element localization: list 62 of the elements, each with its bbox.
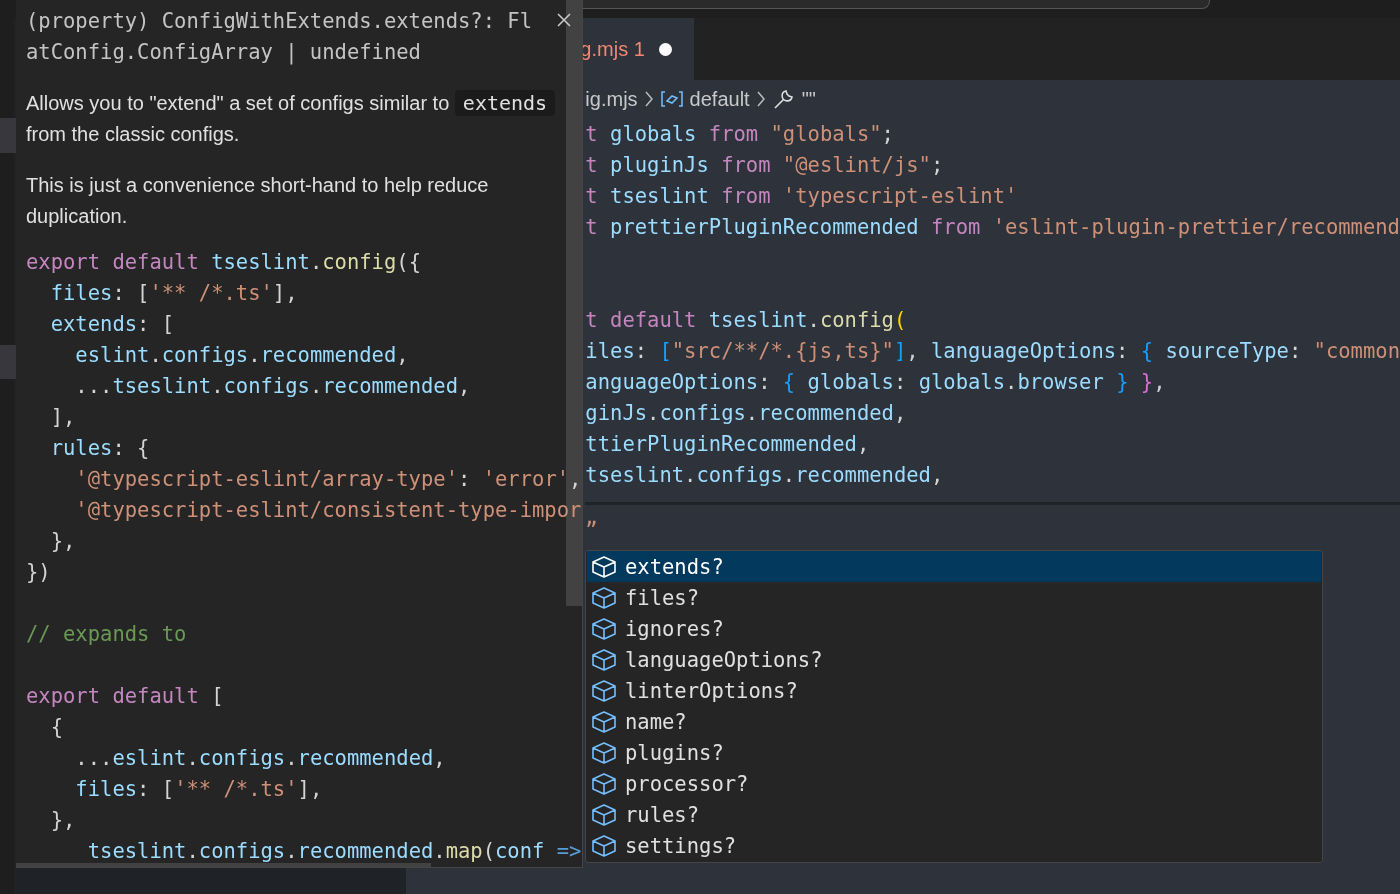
code-line: export default [ [26, 685, 224, 707]
suggestion-item[interactable]: languageOptions? [587, 644, 1321, 675]
code-line: '@typescript-eslint/consistent-type-impor [74, 499, 582, 521]
code-line: iles: ["src/**/*.{js,ts}"], languageOptions: { sourceType: "common [585, 340, 1400, 362]
code-line: export default tseslint.config({ [26, 251, 421, 273]
suggestion-item[interactable]: plugins? [587, 737, 1321, 768]
scrollbar-thumb[interactable] [16, 863, 431, 867]
suggestion-item[interactable]: name? [587, 706, 1321, 737]
code-line: extends: [ [49, 313, 175, 335]
breadcrumb-item[interactable]: ig.mjs [585, 87, 638, 111]
suggestion-item[interactable]: processor? [587, 768, 1321, 799]
suggestion-item[interactable]: files? [587, 582, 1321, 613]
code-line: files: ['** /*.ts'], [74, 778, 323, 800]
chevron-right-icon [643, 90, 654, 108]
code-line: ], [49, 406, 76, 428]
code-line: t pluginJs from "@eslint/js"; [585, 154, 944, 176]
cube-icon [591, 771, 617, 796]
suggestion-item[interactable]: ignores? [587, 613, 1321, 644]
code-line: ...tseslint.configs.recommended, [74, 375, 471, 397]
doc-paragraph: This is just a convenience short-hand to help reduce duplication. [26, 173, 490, 229]
code-line: }) [26, 561, 51, 583]
code-line: ginJs.configs.recommended, [585, 402, 907, 424]
code-line: rules: { [49, 437, 150, 459]
code-line: anguageOptions: { globals: globals.browser } }, [585, 371, 1166, 393]
close-icon[interactable] [556, 12, 572, 28]
code-line: '@typescript-eslint/array-type': 'error', [74, 468, 582, 490]
code-line: // expands to [26, 623, 187, 645]
code-line: eslint.configs.recommended, [74, 344, 409, 366]
code-line: files: ['** /*.ts'], [49, 282, 298, 304]
code-line: t globals from "globals"; [585, 123, 894, 145]
code-line: }, [49, 530, 76, 552]
variable-icon [659, 90, 684, 108]
breadcrumb-item[interactable]: default [689, 87, 750, 111]
chevron-right-icon [755, 90, 766, 108]
doc-paragraph: Allows you to "extend" a set of configs similar to extends from the classic configs. [26, 88, 571, 150]
cube-icon [591, 709, 617, 734]
cube-icon [591, 554, 617, 579]
cube-icon [591, 678, 617, 703]
type-signature: (property) ConfigWithExtends.extends?: FlatConfig.ConfigArray | undefined [26, 8, 534, 67]
list-highlight [0, 345, 16, 379]
suggestion-item[interactable]: linterOptions? [587, 675, 1321, 706]
cube-icon [591, 833, 617, 858]
list-highlight [0, 118, 16, 153]
code-line: }, [49, 809, 76, 831]
suggestion-item[interactable]: rules? [587, 799, 1321, 830]
code-line: tseslint.configs.recommended.map(conf => [86, 840, 582, 862]
code-line: tseslint.configs.recommended, [585, 464, 944, 486]
code-line: t prettierPluginRecommended from 'eslint-plugin-prettier/recommend [585, 216, 1400, 238]
code-line: ttierPluginRecommended, [585, 433, 870, 455]
cube-icon [591, 740, 617, 765]
suggestion-item[interactable]: extends? [587, 551, 1321, 582]
code-line: { [49, 716, 64, 738]
cube-icon [591, 616, 617, 641]
cube-icon [591, 802, 617, 827]
suggestion-item[interactable]: settings? [587, 830, 1321, 861]
cube-icon [591, 647, 617, 672]
code-line: t default tseslint.config( [585, 309, 907, 331]
code-line: t tseslint from 'typescript-eslint' [585, 185, 1018, 207]
code-line: ...eslint.configs.recommended, [74, 747, 446, 769]
code-line: „ [585, 506, 598, 528]
breadcrumb-item[interactable]: "" [801, 87, 816, 111]
cube-icon [591, 585, 617, 610]
